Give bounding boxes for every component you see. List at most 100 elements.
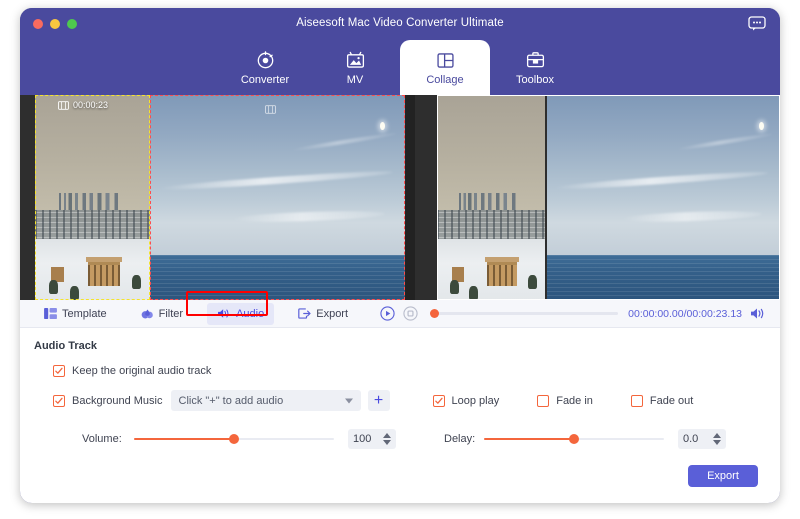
play-circle-icon[interactable] bbox=[380, 306, 395, 321]
fade-out-option: Fade out bbox=[631, 395, 693, 407]
mv-icon bbox=[345, 49, 366, 71]
cell-film-strip-icon bbox=[265, 101, 276, 110]
cell-1-tree bbox=[70, 286, 79, 300]
background-music-select-value: Click "+" to add audio bbox=[179, 395, 284, 407]
output-cell-2 bbox=[547, 95, 780, 300]
cell-1-tree bbox=[132, 275, 141, 289]
volume-slider-thumb[interactable] bbox=[229, 434, 239, 444]
loop-play-checkbox[interactable] bbox=[433, 395, 445, 407]
film-strip-icon bbox=[58, 101, 69, 110]
fade-out-checkbox[interactable] bbox=[631, 395, 643, 407]
playback-controls: 00:00:00.00/00:00:23.13 bbox=[380, 306, 780, 321]
out-cell-2-sun bbox=[759, 122, 764, 130]
tab-mv-label: MV bbox=[347, 75, 364, 86]
delay-value: 0.0 bbox=[683, 433, 713, 445]
output-preview[interactable] bbox=[415, 95, 780, 300]
out-cell-1-temple bbox=[487, 259, 517, 286]
out-cell-1-tree bbox=[450, 280, 459, 294]
delay-stepper-arrows bbox=[713, 433, 721, 445]
add-audio-label: + bbox=[374, 393, 383, 409]
volume-value: 100 bbox=[353, 433, 383, 445]
converter-icon bbox=[255, 49, 276, 71]
tab-converter-label: Converter bbox=[241, 75, 289, 86]
volume-stepper[interactable]: 100 bbox=[348, 429, 396, 449]
volume-row: Volume: 100 Delay: 0.0 bbox=[20, 429, 780, 449]
scrubber[interactable] bbox=[428, 307, 618, 321]
tool-tab-export-label: Export bbox=[316, 308, 348, 320]
cell-1-temple bbox=[88, 259, 120, 286]
delay-slider[interactable] bbox=[484, 433, 664, 445]
collage-icon bbox=[435, 49, 456, 71]
speaker-icon[interactable] bbox=[750, 307, 766, 320]
fade-in-checkbox[interactable] bbox=[537, 395, 549, 407]
stop-circle-icon[interactable] bbox=[403, 306, 418, 321]
volume-label: Volume: bbox=[82, 433, 134, 445]
fade-out-label: Fade out bbox=[650, 395, 693, 407]
tool-tab-template-label: Template bbox=[62, 308, 107, 320]
preview-area[interactable]: 00:00:23 bbox=[20, 95, 780, 300]
tab-converter[interactable]: Converter bbox=[220, 40, 310, 95]
timecode-display: 00:00:00.00/00:00:23.13 bbox=[628, 308, 742, 320]
tab-mv[interactable]: MV bbox=[310, 40, 400, 95]
delay-increment-icon[interactable] bbox=[713, 433, 721, 438]
clip-duration-badge: 00:00:23 bbox=[58, 100, 108, 110]
background-music-checkbox[interactable] bbox=[53, 395, 65, 407]
tab-collage[interactable]: Collage bbox=[400, 40, 490, 95]
volume-stepper-arrows bbox=[383, 433, 391, 445]
keep-original-row: Keep the original audio track bbox=[53, 365, 780, 377]
background-music-label: Background Music bbox=[72, 395, 163, 407]
audio-speaker-icon bbox=[217, 308, 231, 319]
collage-canvas[interactable]: 00:00:23 bbox=[20, 95, 405, 300]
output-cell-1 bbox=[437, 95, 545, 300]
fade-in-option: Fade in bbox=[537, 395, 593, 407]
collage-cell-1[interactable] bbox=[35, 95, 150, 300]
audio-panel: Audio Track Keep the original audio trac… bbox=[20, 328, 780, 503]
collage-cell-2[interactable] bbox=[150, 95, 405, 300]
tool-tab-template[interactable]: Template bbox=[34, 303, 117, 325]
delay-decrement-icon[interactable] bbox=[713, 440, 721, 445]
tool-tab-filter[interactable]: Filter bbox=[131, 303, 193, 325]
preview-divider bbox=[405, 95, 415, 300]
cell-2-sea bbox=[150, 255, 405, 300]
delay-slider-thumb[interactable] bbox=[569, 434, 579, 444]
filter-cloud-icon bbox=[141, 308, 154, 319]
delay-label: Delay: bbox=[444, 433, 484, 445]
add-audio-button[interactable]: + bbox=[368, 390, 390, 411]
out-cell-1-tree bbox=[528, 275, 537, 289]
export-arrow-icon bbox=[298, 308, 311, 319]
edit-toolbar: Template Filter bbox=[20, 300, 780, 328]
scrubber-thumb[interactable] bbox=[430, 309, 439, 318]
loop-play-option: Loop play bbox=[433, 395, 500, 407]
keep-original-label: Keep the original audio track bbox=[72, 365, 211, 377]
main-tabs: Converter MV Collage bbox=[20, 40, 780, 95]
volume-slider[interactable] bbox=[134, 433, 334, 445]
loop-play-label: Loop play bbox=[452, 395, 500, 407]
volume-track-fill bbox=[134, 438, 234, 441]
tool-tab-filter-label: Filter bbox=[159, 308, 183, 320]
export-area: Export bbox=[688, 465, 758, 487]
volume-decrement-icon[interactable] bbox=[383, 440, 391, 445]
export-button[interactable]: Export bbox=[688, 465, 758, 487]
tool-tab-export[interactable]: Export bbox=[288, 303, 358, 325]
app-title: Aiseesoft Mac Video Converter Ultimate bbox=[20, 17, 780, 29]
tab-toolbox-label: Toolbox bbox=[516, 75, 554, 86]
app-window: Aiseesoft Mac Video Converter Ultimate C… bbox=[20, 8, 780, 503]
background-music-select[interactable]: Click "+" to add audio bbox=[171, 390, 361, 411]
tab-toolbox[interactable]: Toolbox bbox=[490, 40, 580, 95]
out-cell-2-sea bbox=[547, 255, 780, 300]
volume-increment-icon[interactable] bbox=[383, 433, 391, 438]
out-cell-1-tree bbox=[469, 286, 478, 300]
chat-bubble-icon[interactable] bbox=[748, 16, 766, 31]
background-music-row: Background Music Click "+" to add audio … bbox=[53, 390, 780, 411]
delay-stepper[interactable]: 0.0 bbox=[678, 429, 726, 449]
cell-1-tree bbox=[49, 280, 58, 294]
tab-collage-label: Collage bbox=[426, 75, 463, 86]
playback-options: Loop play Fade in Fade out bbox=[433, 395, 694, 407]
toolbox-icon bbox=[525, 49, 546, 71]
cell-2-sun bbox=[380, 122, 385, 130]
chevron-down-icon bbox=[345, 398, 353, 403]
keep-original-checkbox[interactable] bbox=[53, 365, 65, 377]
edit-toolbar-tabs: Template Filter bbox=[20, 300, 372, 327]
tool-tab-audio-label: Audio bbox=[236, 308, 264, 320]
tool-tab-audio[interactable]: Audio bbox=[207, 303, 274, 325]
